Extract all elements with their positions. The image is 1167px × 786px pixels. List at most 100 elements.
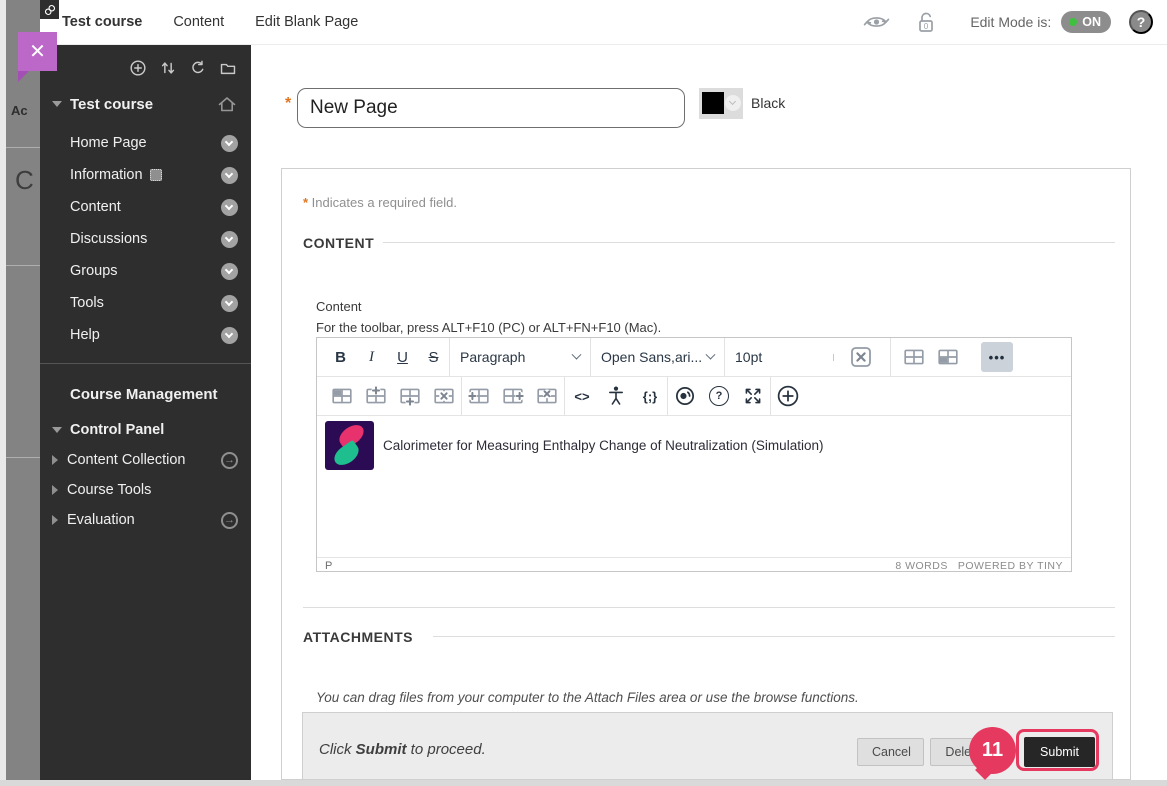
close-menu-button[interactable]: ✕	[18, 32, 57, 82]
page-name-input[interactable]	[297, 88, 685, 128]
insert-column-after-button[interactable]	[496, 381, 530, 411]
background-text-fragment: Ac	[11, 103, 28, 118]
clear-formatting-button[interactable]	[844, 342, 878, 372]
sidebar-item-home-page[interactable]: Home Page	[40, 127, 251, 159]
simulation-link-text[interactable]: Calorimeter for Measuring Enthalpy Chang…	[383, 438, 823, 453]
sidebar-item-content[interactable]: Content	[40, 191, 251, 223]
code-sample-button[interactable]: {;}	[633, 381, 667, 411]
text-color-picker[interactable]	[699, 88, 743, 119]
main-content: * Black * Indicates a required field. CO…	[251, 45, 1167, 780]
edit-page-form-panel: * Indicates a required field. CONTENT Co…	[281, 168, 1131, 780]
word-count: 8 WORDS	[895, 559, 948, 572]
table-cell-properties-button[interactable]	[325, 381, 359, 411]
lock-button[interactable]: 0	[902, 10, 950, 35]
help-button[interactable]: ?	[1129, 10, 1153, 34]
source-code-button[interactable]: <>	[565, 381, 599, 411]
insert-row-above-button[interactable]	[359, 381, 393, 411]
font-size-dropdown[interactable]: 10pt	[725, 342, 817, 372]
delete-column-icon	[536, 385, 558, 407]
breadcrumb-content[interactable]: Content	[173, 14, 224, 30]
fullscreen-button[interactable]	[736, 381, 770, 411]
open-in-new-icon[interactable]: →	[221, 511, 238, 529]
editor-toolbar-hint: For the toolbar, press ALT+F10 (PC) or A…	[316, 320, 662, 335]
required-asterisk: *	[303, 195, 312, 210]
divider	[433, 636, 1115, 637]
table-footer-icon	[937, 346, 959, 368]
attachments-hint: You can drag files from your computer to…	[316, 690, 859, 705]
course-menu-toolbar	[40, 45, 251, 87]
accessibility-checker-button[interactable]	[599, 381, 633, 411]
add-menu-item-button[interactable]	[129, 59, 147, 77]
chevron-down-icon	[224, 265, 234, 274]
italic-button[interactable]: I	[356, 342, 387, 372]
sidebar-item-control-panel[interactable]: Control Panel	[40, 415, 251, 445]
item-options-button[interactable]	[221, 262, 238, 280]
refresh-button[interactable]	[189, 59, 207, 77]
row-above-icon	[365, 385, 387, 407]
cancel-button[interactable]: Cancel	[857, 738, 924, 766]
item-options-button[interactable]	[221, 198, 238, 216]
insert-row-below-button[interactable]	[393, 381, 427, 411]
edit-mode-toggle[interactable]: ON	[1061, 11, 1111, 33]
row-below-icon	[399, 385, 421, 407]
delete-row-button[interactable]	[427, 381, 461, 411]
more-toolbar-options-button[interactable]: •••	[981, 342, 1013, 372]
required-field-note: * Indicates a required field.	[303, 195, 457, 210]
sidebar-item-discussions[interactable]: Discussions	[40, 223, 251, 255]
content-field-label: Content	[316, 299, 362, 314]
strikethrough-button[interactable]: S	[418, 342, 449, 372]
rich-text-editor: B I U S Paragraph Open Sans,ari... 10pt	[316, 337, 1072, 572]
sidebar-item-label: Content	[70, 199, 121, 215]
item-options-button[interactable]	[221, 326, 238, 344]
course-title: Test course	[70, 95, 154, 113]
divider	[383, 242, 1115, 243]
item-options-button[interactable]	[221, 294, 238, 312]
sidebar-item-content-collection[interactable]: Content Collection →	[40, 445, 251, 475]
font-family-dropdown[interactable]: Open Sans,ari...	[591, 342, 724, 372]
course-menu-header[interactable]: Test course	[40, 87, 251, 127]
paragraph-style-dropdown[interactable]: Paragraph	[450, 342, 590, 372]
chevron-down-icon	[224, 169, 234, 178]
editor-help-button[interactable]: ?	[702, 381, 736, 411]
chevron-down-icon	[224, 137, 234, 146]
sidebar-item-help[interactable]: Help	[40, 319, 251, 351]
course-menu-sidebar: Test course Home Page Information Conten…	[40, 45, 251, 780]
required-asterisk: *	[285, 95, 292, 112]
logo-teal-blob	[330, 439, 363, 470]
on-status-dot-icon	[1069, 18, 1078, 26]
table-properties-button[interactable]	[931, 342, 965, 372]
fullscreen-icon	[743, 386, 763, 406]
home-icon	[217, 95, 237, 113]
item-options-button[interactable]	[221, 166, 238, 184]
insert-table-button[interactable]	[897, 342, 931, 372]
breadcrumb-course[interactable]: Test course	[62, 14, 142, 30]
quick-links-button[interactable]	[40, 0, 59, 19]
sidebar-item-label: Home Page	[70, 135, 147, 151]
sidebar-item-evaluation[interactable]: Evaluation →	[40, 505, 251, 535]
management-item-label: Course Tools	[67, 482, 152, 498]
submit-button[interactable]: Submit	[1024, 737, 1095, 767]
divider	[833, 353, 834, 361]
reorder-button[interactable]	[159, 59, 177, 77]
delete-column-button[interactable]	[530, 381, 564, 411]
sidebar-item-information[interactable]: Information	[40, 159, 251, 191]
item-options-button[interactable]	[221, 134, 238, 152]
underline-button[interactable]: U	[387, 342, 418, 372]
caret-down-icon	[52, 101, 62, 107]
element-path[interactable]: P	[325, 560, 332, 572]
editor-status-bar: P 8 WORDS POWERED BY TINY	[317, 557, 1071, 573]
folder-view-button[interactable]	[219, 59, 237, 77]
bold-button[interactable]: B	[325, 342, 356, 372]
add-content-button[interactable]	[771, 381, 805, 411]
editor-content-area[interactable]: Calorimeter for Measuring Enthalpy Chang…	[317, 416, 1071, 557]
color-dropdown-button[interactable]	[725, 95, 741, 111]
open-in-new-icon[interactable]: →	[221, 451, 238, 469]
preview-button[interactable]	[668, 381, 702, 411]
sidebar-item-tools[interactable]: Tools	[40, 287, 251, 319]
add-circle-icon	[129, 59, 147, 77]
item-options-button[interactable]	[221, 230, 238, 248]
insert-column-before-button[interactable]	[462, 381, 496, 411]
sidebar-item-groups[interactable]: Groups	[40, 255, 251, 287]
student-preview-button[interactable]	[851, 12, 902, 32]
sidebar-item-course-tools[interactable]: Course Tools	[40, 475, 251, 505]
